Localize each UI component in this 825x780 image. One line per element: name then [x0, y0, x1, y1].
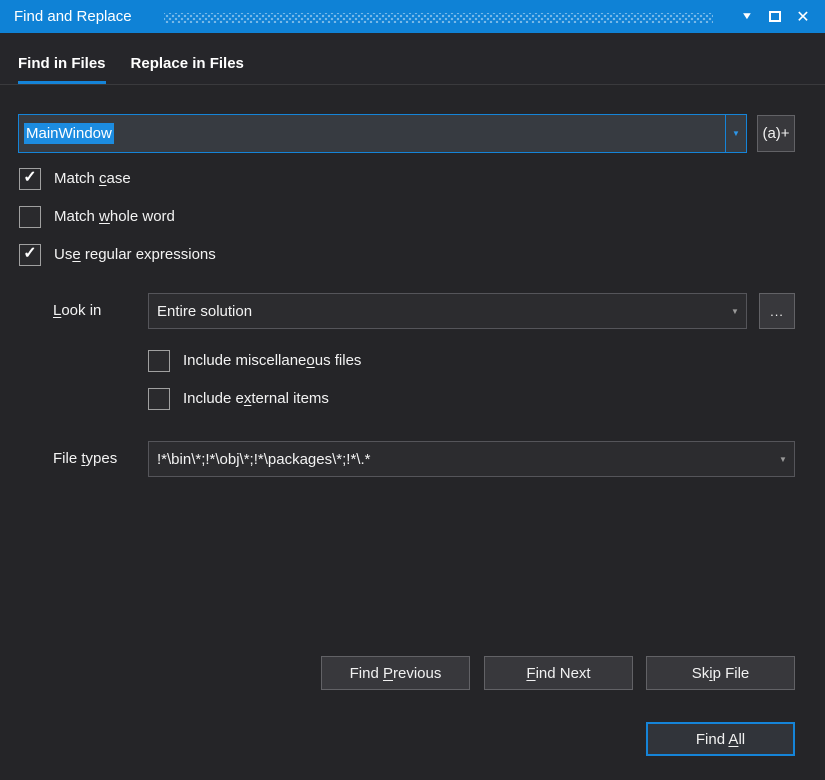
label-text: ase [107, 170, 131, 187]
match-case-checkbox[interactable]: ✓ [19, 168, 41, 190]
file-types-value: !*\bin\*;!*\obj\*;!*\packages\*;!*\.* [157, 451, 370, 468]
file-types-combobox[interactable]: !*\bin\*;!*\obj\*;!*\packages\*;!*\.* ▼ [148, 441, 795, 477]
find-and-replace-window: Find and Replace ▼ ✕ Find in Files Repla… [0, 0, 825, 780]
use-regex-option[interactable]: ✓ Use regular expressions [19, 243, 216, 266]
search-input[interactable]: MainWindow ▼ [18, 114, 747, 153]
label-text: Find [696, 731, 729, 748]
search-dropdown-button[interactable]: ▼ [725, 115, 746, 152]
match-case-option[interactable]: ✓ Match case [19, 167, 131, 190]
label-text: ll [738, 731, 745, 748]
search-selected-text: MainWindow [24, 123, 114, 144]
match-whole-word-option[interactable]: Match whole word [19, 205, 175, 228]
label-text: Sk [692, 665, 710, 682]
find-next-button[interactable]: Find Next [484, 656, 633, 690]
find-in-files-panel: MainWindow ▼ (a)+ ✓ Match case Match who… [0, 86, 825, 780]
chevron-down-icon: ▼ [732, 129, 740, 138]
file-types-dropdown-button[interactable]: ▼ [772, 442, 794, 476]
include-external-items-option[interactable]: Include external items [148, 387, 329, 410]
button-label: Find Previous [350, 665, 442, 682]
use-regex-label: Use regular expressions [54, 246, 216, 263]
include-external-items-label: Include external items [183, 390, 329, 407]
tab-find-in-files[interactable]: Find in Files [18, 55, 106, 84]
match-whole-word-label: Match whole word [54, 208, 175, 225]
tab-label: Replace in Files [131, 55, 244, 72]
label-text: hole word [110, 208, 175, 225]
check-icon: ✓ [23, 170, 36, 186]
check-icon: ✓ [23, 246, 36, 262]
window-menu-chevron-icon[interactable]: ▼ [731, 4, 762, 30]
regex-builder-button[interactable]: (a)+ [757, 115, 795, 152]
label-text: ind Next [536, 665, 591, 682]
window-title: Find and Replace [14, 8, 132, 25]
file-types-label: File types [53, 441, 117, 477]
include-misc-files-label: Include miscellaneous files [183, 352, 361, 369]
label-text: ook in [61, 302, 101, 319]
find-all-button[interactable]: Find All [646, 722, 795, 756]
label-text: Match [54, 170, 99, 187]
label-text: Include miscellane [183, 352, 306, 369]
label-text: ypes [86, 450, 118, 467]
tab-replace-in-files[interactable]: Replace in Files [131, 55, 244, 84]
look-in-label: Look in [53, 293, 101, 329]
label-text: p File [713, 665, 750, 682]
maximize-icon[interactable] [763, 4, 787, 30]
use-regex-checkbox[interactable]: ✓ [19, 244, 41, 266]
titlebar[interactable]: Find and Replace ▼ ✕ [0, 0, 825, 33]
maximize-glyph [769, 11, 781, 22]
mnemonic: w [99, 208, 110, 225]
label-text: Include e [183, 390, 244, 407]
mnemonic: o [306, 352, 314, 369]
tab-strip: Find in Files Replace in Files [0, 33, 825, 85]
include-misc-files-option[interactable]: Include miscellaneous files [148, 349, 361, 372]
label-text: Find [350, 665, 383, 682]
close-icon[interactable]: ✕ [791, 4, 815, 30]
button-label: Skip File [692, 665, 750, 682]
mnemonic: A [728, 731, 738, 748]
drag-grip[interactable] [164, 13, 713, 23]
skip-file-button[interactable]: Skip File [646, 656, 795, 690]
button-label: Find All [696, 731, 745, 748]
mnemonic: F [526, 665, 535, 682]
match-case-label: Match case [54, 170, 131, 187]
match-whole-word-checkbox[interactable] [19, 206, 41, 228]
include-external-items-checkbox[interactable] [148, 388, 170, 410]
label-text: regular expressions [81, 246, 216, 263]
look-in-combobox[interactable]: Entire solution ▼ [148, 293, 747, 329]
mnemonic: c [99, 170, 107, 187]
tab-label: Find in Files [18, 55, 106, 72]
look-in-value: Entire solution [157, 303, 252, 320]
label-text: Match [54, 208, 99, 225]
chevron-down-icon: ▼ [731, 307, 739, 316]
button-label: Find Next [526, 665, 590, 682]
mnemonic: e [72, 246, 80, 263]
label-text: ternal items [251, 390, 329, 407]
browse-folders-button[interactable]: ... [759, 293, 795, 329]
label-text: Us [54, 246, 72, 263]
mnemonic: P [383, 665, 393, 682]
find-previous-button[interactable]: Find Previous [321, 656, 470, 690]
label-text: us files [315, 352, 362, 369]
label-text: File [53, 450, 81, 467]
chevron-down-icon: ▼ [779, 455, 787, 464]
label-text: revious [393, 665, 441, 682]
include-misc-files-checkbox[interactable] [148, 350, 170, 372]
look-in-dropdown-button[interactable]: ▼ [724, 294, 746, 328]
